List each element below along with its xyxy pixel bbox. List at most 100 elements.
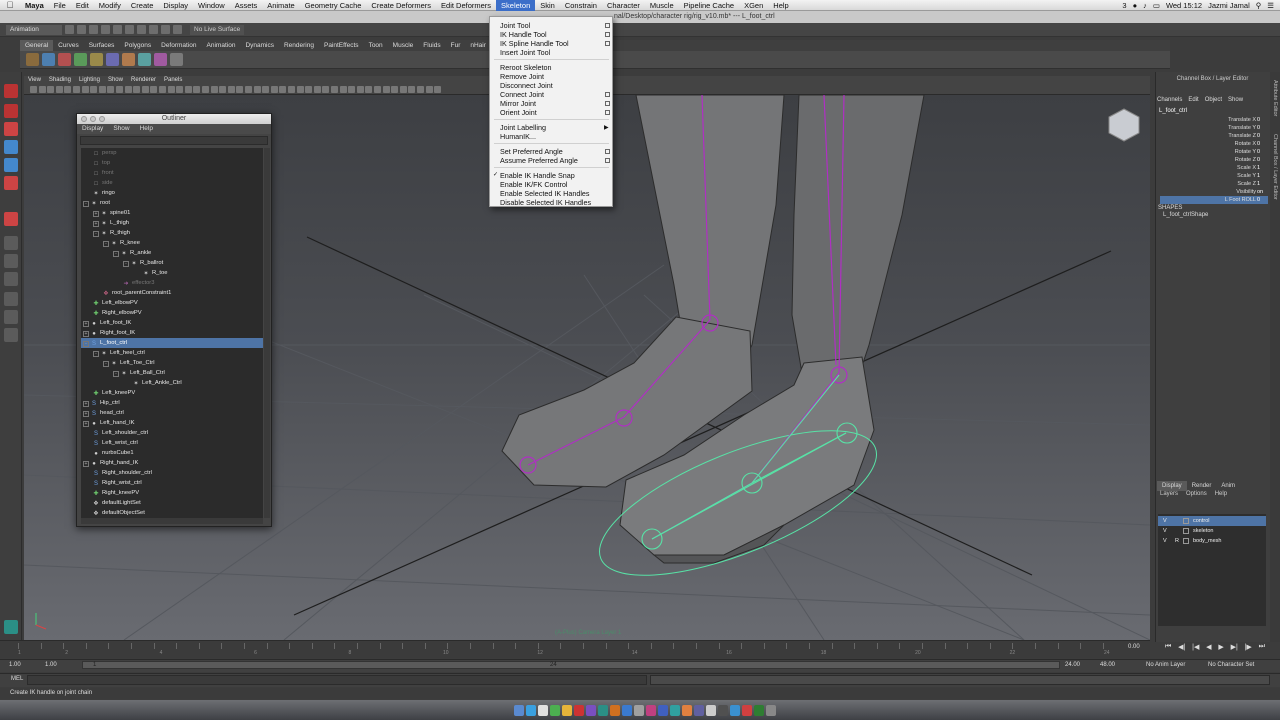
- channel-value[interactable]: 0: [1257, 140, 1268, 148]
- outliner-filter-input[interactable]: [80, 136, 268, 145]
- shelf-tab-deformation[interactable]: Deformation: [156, 40, 201, 51]
- menu-character[interactable]: Character: [602, 0, 645, 11]
- layer-color-swatch[interactable]: [1183, 528, 1189, 534]
- channel-box-object-name[interactable]: L_foot_ctrl: [1159, 108, 1187, 114]
- shelf-tab-toon[interactable]: Toon: [364, 40, 388, 51]
- select-tool-icon[interactable]: [4, 84, 18, 98]
- viewport-tool-icon[interactable]: [374, 86, 381, 93]
- skeleton-menu-enable-selected-ik-handles[interactable]: Enable Selected IK Handles: [500, 189, 590, 198]
- outliner-vertical-scrollbar[interactable]: [264, 148, 270, 518]
- notification-badge[interactable]: 3: [1122, 1, 1126, 10]
- channel-box-tab-edit[interactable]: Edit: [1188, 97, 1198, 103]
- show-manipulator-icon[interactable]: [4, 212, 18, 226]
- search-icon[interactable]: ⚲: [1256, 1, 1262, 10]
- outliner-row-nurbscube1[interactable]: ● nurbsCube1: [81, 448, 263, 458]
- layer-color-swatch[interactable]: [1183, 518, 1189, 524]
- battery-icon[interactable]: ▭: [1153, 1, 1160, 10]
- channel-visibility[interactable]: Visibility on: [1160, 188, 1268, 196]
- skeleton-menu-joint-tool[interactable]: Joint Tool: [500, 21, 530, 30]
- layout-graph-icon[interactable]: [4, 310, 18, 324]
- viewport-tool-icon[interactable]: [107, 86, 115, 93]
- dock-app-icon[interactable]: [526, 705, 536, 716]
- viewport-tool-icon[interactable]: [219, 86, 227, 93]
- skeleton-menu-reroot-skeleton[interactable]: Reroot Skeleton: [500, 63, 552, 72]
- layer-menu-layers[interactable]: Layers: [1160, 491, 1178, 497]
- play-back-icon[interactable]: ◀: [1206, 643, 1211, 653]
- viewport-tool-icon[interactable]: [408, 86, 416, 93]
- layout-hypershade-icon[interactable]: [4, 328, 18, 342]
- skeleton-menu-humanik[interactable]: HumanIK...: [500, 132, 536, 141]
- outliner-menu-show[interactable]: Show: [108, 124, 134, 134]
- outliner-row-left-ball-ctrl[interactable]: - ✶ Left_Ball_Ctrl: [81, 368, 263, 378]
- dock-app-icon[interactable]: [682, 705, 692, 716]
- expand-icon[interactable]: +: [93, 211, 99, 217]
- skeleton-menu-disable-selected-ik-handles[interactable]: Disable Selected IK Handles: [500, 198, 591, 207]
- step-back-icon[interactable]: |◀: [1192, 643, 1199, 653]
- outliner-row-l-foot-ctrl[interactable]: - S L_foot_ctrl: [81, 338, 263, 348]
- option-box-icon[interactable]: [605, 41, 610, 46]
- dock-app-icon[interactable]: [514, 705, 524, 716]
- viewport-tool-icon[interactable]: [262, 86, 270, 93]
- dock-app-icon[interactable]: [754, 705, 764, 716]
- outliner-row-right-wrist-ctrl[interactable]: S Right_wrist_ctrl: [81, 478, 263, 488]
- skeleton-menu-ik-spline-handle-tool[interactable]: IK Spline Handle Tool: [500, 39, 569, 48]
- skeleton-menu-joint-labelling[interactable]: Joint Labelling: [500, 123, 546, 132]
- outliner-row-root-parentconstraint1[interactable]: ❖ root_parentConstraint1: [81, 288, 263, 298]
- collapse-icon[interactable]: -: [113, 251, 119, 257]
- outliner-row-right-kneepv[interactable]: ✚ Right_kneePV: [81, 488, 263, 498]
- layer-row-body-mesh[interactable]: V Rbody_mesh: [1158, 536, 1266, 546]
- viewport-tool-icon[interactable]: [159, 86, 166, 93]
- outliner-row-r-ballrot[interactable]: - ✶ R_ballrot: [81, 258, 263, 268]
- select-hierarchy-icon[interactable]: [101, 25, 110, 34]
- viewport-tool-icon[interactable]: [270, 86, 278, 93]
- viewport-tool-icon[interactable]: [202, 86, 209, 93]
- play-forward-icon[interactable]: ▶: [1218, 643, 1223, 653]
- layer-display-type-toggle[interactable]: R: [1175, 536, 1179, 546]
- shelf-tab-muscle[interactable]: Muscle: [388, 40, 419, 51]
- channel-rotate-x[interactable]: Rotate X0: [1160, 140, 1268, 148]
- expand-icon[interactable]: +: [83, 411, 89, 417]
- expand-icon[interactable]: +: [93, 221, 99, 227]
- close-icon[interactable]: [81, 116, 87, 122]
- layer-row-control[interactable]: Vcontrol: [1158, 516, 1266, 526]
- collapse-icon[interactable]: -: [83, 201, 89, 207]
- viewport-tool-icon[interactable]: [305, 86, 313, 93]
- list-icon[interactable]: ☰: [1267, 1, 1274, 10]
- clock[interactable]: Wed 15:12: [1166, 1, 1202, 10]
- viewport-tool-icon[interactable]: [339, 86, 347, 93]
- outliner-row-right-elbowpv[interactable]: ✚ Right_elbowPV: [81, 308, 263, 318]
- shelf-tab-nhair[interactable]: nHair: [465, 40, 491, 51]
- skeleton-menu-remove-joint[interactable]: Remove Joint: [500, 72, 544, 81]
- paint-select-tool-icon[interactable]: [4, 122, 18, 136]
- render-view-icon[interactable]: [4, 620, 18, 634]
- viewport-tool-icon[interactable]: [425, 86, 433, 93]
- outliner-row-hip-ctrl[interactable]: + S Hip_ctrl: [81, 398, 263, 408]
- time-slider[interactable]: 1 2 4 6 8 10 12 14 16 18 20 22 24: [0, 640, 1150, 658]
- viewport-menu-lighting[interactable]: Lighting: [75, 76, 104, 85]
- viewport-tool-icon[interactable]: [90, 86, 98, 93]
- dock-app-icon[interactable]: [574, 705, 584, 716]
- outliner-row-defaultobjectset[interactable]: ❖ defaultObjectSet: [81, 508, 263, 518]
- dock-app-icon[interactable]: [598, 705, 608, 716]
- menu-xgen[interactable]: XGen: [739, 0, 768, 11]
- outliner-row-root[interactable]: - ✶ root: [81, 198, 263, 208]
- skeleton-menu-connect-joint[interactable]: Connect Joint: [500, 90, 544, 99]
- channel-value[interactable]: 0: [1257, 116, 1268, 124]
- viewport-tool-icon[interactable]: [81, 86, 89, 93]
- viewport-tool-icon[interactable]: [417, 86, 424, 93]
- viewport-tool-icon[interactable]: [73, 86, 80, 93]
- viewport-tool-icon[interactable]: [184, 86, 192, 93]
- viewport-tool-icon[interactable]: [313, 86, 321, 93]
- viewport-tool-icon[interactable]: [30, 86, 37, 93]
- channel-rotate-y[interactable]: Rotate Y0: [1160, 148, 1268, 156]
- channel-box-tab-show[interactable]: Show: [1228, 97, 1243, 103]
- dock-app-icon[interactable]: [634, 705, 644, 716]
- viewport-menu-show[interactable]: Show: [104, 76, 127, 85]
- side-tab-attribute-editor[interactable]: Attribute Editor: [1272, 80, 1278, 116]
- shelf-tab-fur[interactable]: Fur: [446, 40, 466, 51]
- snap-plane-icon[interactable]: [173, 25, 182, 34]
- outliner-row-r-toe[interactable]: ✶ R_toe: [81, 268, 263, 278]
- outliner-row-top[interactable]: □ top: [81, 158, 263, 168]
- skeleton-menu-insert-joint-tool[interactable]: Insert Joint Tool: [500, 48, 550, 57]
- range-slider[interactable]: 1 24: [82, 661, 1060, 669]
